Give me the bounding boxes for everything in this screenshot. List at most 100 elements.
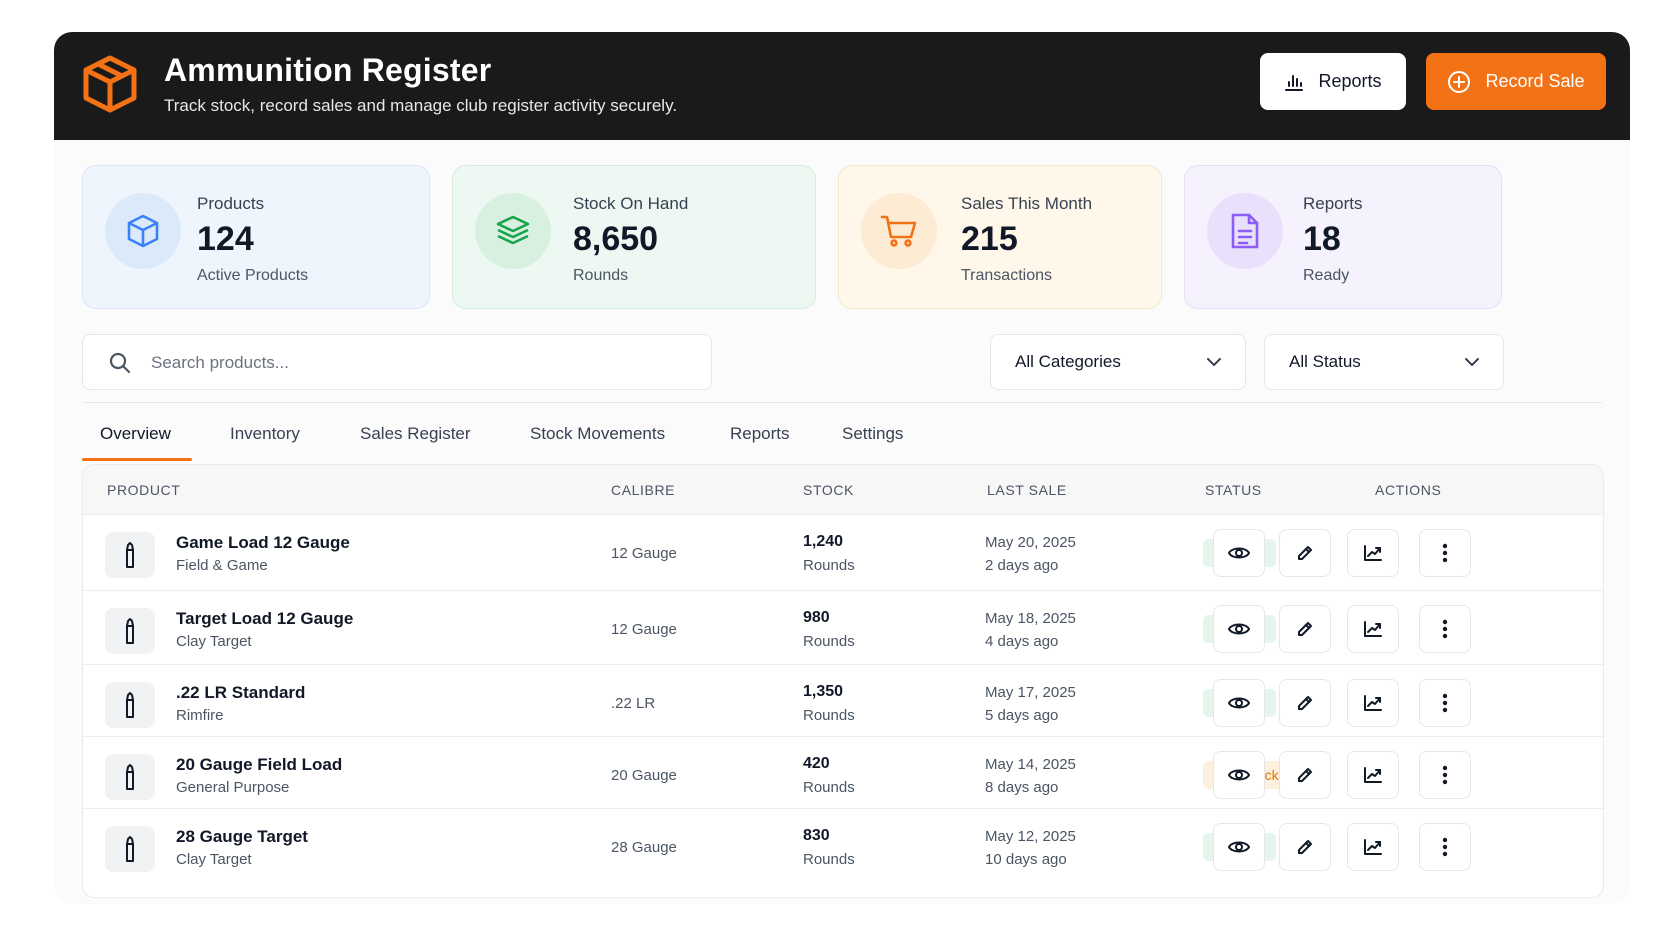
last-sale-date: May 18, 2025: [985, 610, 1076, 627]
stock-trend-button[interactable]: [1347, 751, 1399, 799]
product-calibre: 20 Gauge: [611, 767, 677, 784]
stat-value: 215: [961, 220, 1018, 258]
view-eye-icon: [1228, 623, 1250, 635]
view-button[interactable]: [1213, 605, 1265, 653]
last-sale-relative: 8 days ago: [985, 779, 1059, 796]
page-title: Ammunition Register: [164, 52, 492, 88]
more-actions-button[interactable]: [1419, 751, 1471, 799]
bullet-icon: [126, 692, 134, 718]
tab-settings[interactable]: Settings: [842, 424, 903, 444]
stat-label: Stock On Hand: [573, 194, 689, 213]
stock-count: 1,240: [803, 533, 844, 550]
trend-chart-icon: [1364, 621, 1382, 637]
reports-button[interactable]: Reports: [1260, 53, 1406, 110]
stock-trend-button[interactable]: [1347, 679, 1399, 727]
stat-card-stock: Stock On Hand 8,650 Rounds: [452, 165, 816, 309]
view-eye-icon: [1228, 769, 1250, 781]
cube-icon: [127, 214, 159, 248]
stock-trend-button[interactable]: [1347, 605, 1399, 653]
edit-button[interactable]: [1279, 529, 1331, 577]
last-sale-date: May 12, 2025: [985, 828, 1076, 845]
stat-sub: Active Products: [197, 267, 309, 284]
stock-unit: Rounds: [803, 851, 855, 868]
search-input[interactable]: [151, 347, 691, 379]
tab-inventory[interactable]: Inventory: [230, 424, 300, 444]
stock-count: 420: [803, 755, 830, 772]
edit-button[interactable]: [1279, 605, 1331, 653]
table-row: Target Load 12 Gauge Clay Target 12 Gauge 9…: [83, 591, 1603, 665]
edit-button[interactable]: [1279, 751, 1331, 799]
category-select[interactable]: All Categories: [990, 334, 1246, 390]
edit-button[interactable]: [1279, 823, 1331, 871]
view-button[interactable]: [1213, 529, 1265, 577]
bullet-icon: [126, 836, 134, 862]
product-thumbnail: [105, 682, 155, 728]
edit-pencil-icon: [1298, 696, 1312, 710]
view-button[interactable]: [1213, 751, 1265, 799]
status-select-value: All Status: [1289, 352, 1361, 371]
bullet-icon: [126, 542, 134, 568]
more-actions-button[interactable]: [1419, 679, 1471, 727]
product-category: Clay Target: [176, 633, 252, 650]
table-row: Game Load 12 Gauge Field & Game 12 Gauge 1,…: [83, 515, 1603, 591]
stat-sub: Rounds: [573, 267, 629, 284]
last-sale-date: May 14, 2025: [985, 756, 1076, 773]
status-select[interactable]: All Status: [1264, 334, 1504, 390]
trend-chart-icon: [1364, 839, 1382, 855]
products-table: PRODUCT CALIBRE STOCK LAST SALE STATUS A…: [82, 464, 1604, 898]
column-header-last-sale: LAST SALE: [987, 482, 1067, 498]
product-category: Clay Target: [176, 851, 252, 868]
column-header-actions: ACTIONS: [1375, 482, 1442, 498]
product-calibre: 28 Gauge: [611, 839, 677, 856]
record-sale-button[interactable]: Record Sale: [1426, 53, 1606, 110]
product-name: Target Load 12 Gauge: [176, 609, 354, 628]
more-vertical-icon: [1442, 693, 1448, 713]
more-actions-button[interactable]: [1419, 823, 1471, 871]
bullet-icon: [126, 618, 134, 644]
more-actions-button[interactable]: [1419, 529, 1471, 577]
column-header-status: STATUS: [1205, 482, 1262, 498]
edit-button[interactable]: [1279, 679, 1331, 727]
tab-overview[interactable]: Overview: [100, 424, 171, 444]
app-header: Ammunition Register Track stock, record …: [54, 32, 1630, 140]
more-vertical-icon: [1442, 837, 1448, 857]
table-row: .22 LR Standard Rimfire .22 LR 1,350 Rounds M…: [83, 665, 1603, 737]
stat-label: Reports: [1303, 194, 1363, 213]
table-header: PRODUCT CALIBRE STOCK LAST SALE STATUS A…: [83, 465, 1603, 515]
category-select-value: All Categories: [1015, 352, 1121, 371]
more-actions-button[interactable]: [1419, 605, 1471, 653]
stat-sub: Ready: [1303, 267, 1350, 284]
trend-chart-icon: [1364, 695, 1382, 711]
product-name: Game Load 12 Gauge: [176, 533, 350, 552]
cart-icon: [880, 215, 917, 247]
tab-sales-register[interactable]: Sales Register: [360, 424, 471, 444]
app-window: Ammunition Register Track stock, record …: [54, 32, 1630, 904]
view-button[interactable]: [1213, 679, 1265, 727]
edit-pencil-icon: [1298, 622, 1312, 636]
last-sale-date: May 20, 2025: [985, 534, 1076, 551]
stat-card-reports: Reports 18 Ready: [1184, 165, 1502, 309]
product-calibre: 12 Gauge: [611, 621, 677, 638]
product-thumbnail: [105, 754, 155, 800]
more-vertical-icon: [1442, 543, 1448, 563]
tab-stock-movements[interactable]: Stock Movements: [530, 424, 665, 444]
product-calibre: 12 Gauge: [611, 545, 677, 562]
product-thumbnail: [105, 826, 155, 872]
more-vertical-icon: [1442, 765, 1448, 785]
product-name: 20 Gauge Field Load: [176, 755, 343, 774]
stock-trend-button[interactable]: [1347, 529, 1399, 577]
stock-count: 980: [803, 609, 830, 626]
stat-card-products: Products 124 Active Products: [82, 165, 430, 309]
product-thumbnail: [105, 532, 155, 578]
plus-circle-icon: [1448, 70, 1471, 93]
search-box: [82, 334, 712, 390]
last-sale-relative: 4 days ago: [985, 633, 1059, 650]
product-name: 28 Gauge Target: [176, 827, 308, 846]
tab-reports[interactable]: Reports: [730, 424, 790, 444]
search-icon: [109, 352, 131, 374]
bullet-icon: [126, 764, 134, 790]
stock-trend-button[interactable]: [1347, 823, 1399, 871]
view-button[interactable]: [1213, 823, 1265, 871]
edit-pencil-icon: [1298, 768, 1312, 782]
trend-chart-icon: [1364, 545, 1382, 561]
